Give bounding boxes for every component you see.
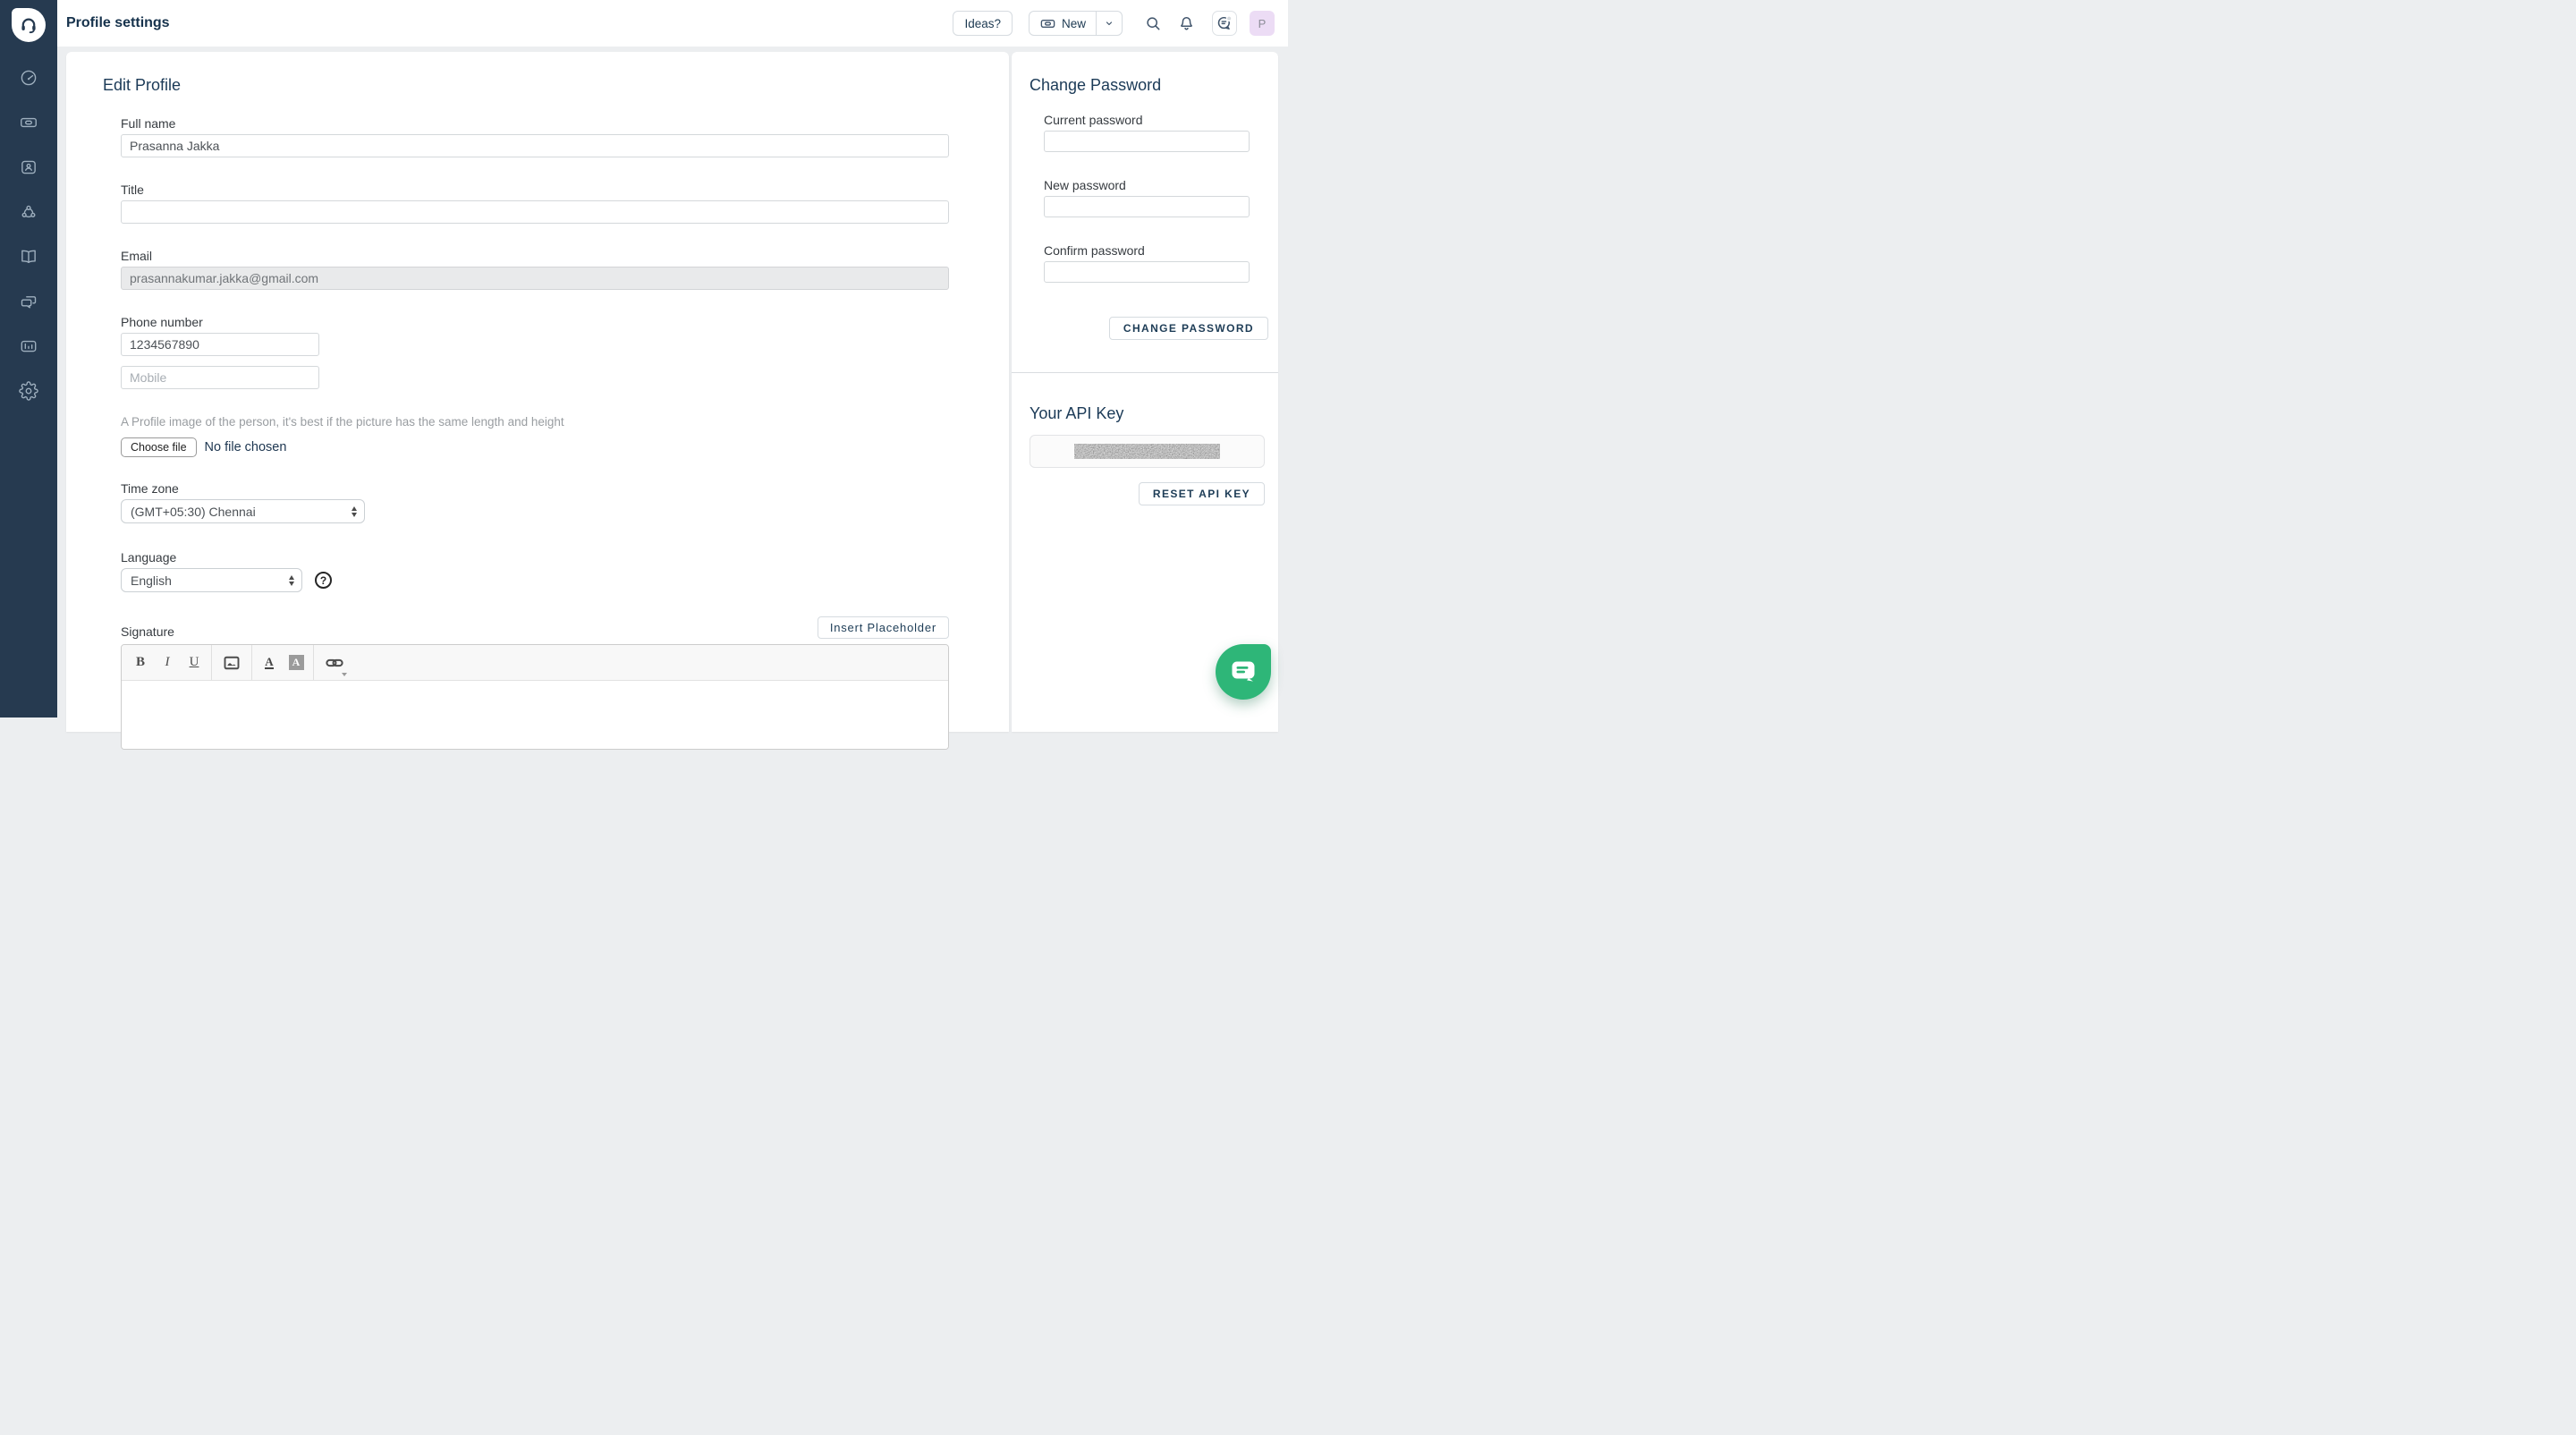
phone-input[interactable]	[121, 333, 319, 356]
sidebar-item-settings[interactable]	[6, 369, 51, 413]
file-chosen-status: No file chosen	[205, 440, 287, 454]
confirm-password-input[interactable]	[1044, 261, 1250, 283]
search-button[interactable]	[1144, 14, 1163, 33]
sidebar	[0, 0, 57, 718]
current-password-label: Current password	[1044, 113, 1250, 127]
support-chat-button[interactable]	[1212, 11, 1237, 36]
full-name-input[interactable]	[121, 134, 949, 157]
mobile-input[interactable]	[121, 366, 319, 389]
sidebar-nav	[6, 55, 51, 413]
book-icon	[19, 247, 38, 267]
insert-image-button[interactable]	[216, 645, 248, 680]
new-button-label: New	[1062, 17, 1086, 30]
new-password-input[interactable]	[1044, 196, 1250, 217]
bold-button[interactable]: B	[127, 645, 154, 680]
timezone-select[interactable]: (GMT+05:30) Chennai	[121, 499, 365, 523]
signature-editor-body[interactable]	[122, 681, 948, 750]
new-password-label: New password	[1044, 178, 1250, 192]
sidebar-item-customers[interactable]	[6, 190, 51, 234]
chat-widget-button[interactable]	[1216, 644, 1271, 700]
contact-card-icon	[19, 157, 38, 177]
title-input[interactable]	[121, 200, 949, 224]
header-actions: Ideas? New	[953, 11, 1288, 36]
change-password-heading: Change Password	[1012, 52, 1278, 95]
text-color-button[interactable]: A	[256, 645, 283, 680]
current-password-input[interactable]	[1044, 131, 1250, 152]
signature-editor: B I U A A	[121, 644, 949, 750]
email-label: Email	[121, 249, 949, 263]
link-caret-icon	[342, 673, 347, 676]
share-network-icon	[19, 202, 38, 222]
app-logo[interactable]	[12, 8, 46, 42]
sidebar-item-reports[interactable]	[6, 324, 51, 369]
italic-button[interactable]: I	[154, 645, 181, 680]
title-label: Title	[121, 183, 949, 197]
profile-image-file-row: Choose file No file chosen	[121, 437, 949, 457]
ticket-icon	[19, 113, 38, 132]
ideas-button[interactable]: Ideas?	[953, 11, 1013, 36]
profile-image-help-text: A Profile image of the person, it's best…	[121, 415, 949, 429]
change-password-button[interactable]: CHANGE PASSWORD	[1109, 317, 1268, 340]
signature-label: Signature	[121, 624, 174, 639]
edit-profile-heading: Edit Profile	[66, 52, 1009, 95]
sidebar-item-contacts[interactable]	[6, 145, 51, 190]
notifications-button[interactable]	[1177, 14, 1196, 33]
bg-color-glyph: A	[289, 655, 304, 670]
link-icon	[325, 653, 344, 673]
toolbar-separator	[251, 645, 252, 680]
timezone-label: Time zone	[121, 481, 949, 496]
insert-link-button[interactable]	[318, 645, 352, 680]
language-help-icon[interactable]: ?	[315, 572, 332, 589]
language-label: Language	[121, 550, 949, 565]
change-password-form: Current password New password Confirm pa…	[1044, 113, 1250, 340]
ticket-icon	[1039, 15, 1056, 32]
insert-placeholder-button[interactable]: Insert Placeholder	[818, 616, 949, 639]
toolbar-separator	[313, 645, 314, 680]
sidebar-item-chat[interactable]	[6, 279, 51, 324]
bar-chart-icon	[19, 336, 38, 356]
underline-button[interactable]: U	[181, 645, 208, 680]
bg-color-button[interactable]: A	[283, 645, 309, 680]
top-header: Profile settings Ideas? New	[57, 0, 1288, 47]
sidebar-item-knowledge-base[interactable]	[6, 234, 51, 279]
gauge-icon	[19, 68, 38, 88]
speech-bubble-icon	[1215, 13, 1234, 33]
api-key-value-box	[1030, 435, 1265, 468]
headset-logo-icon	[18, 14, 39, 36]
image-icon	[223, 654, 241, 672]
edit-profile-form: Full name Title Email Phone number A Pro…	[121, 116, 949, 750]
page-title: Profile settings	[66, 15, 170, 31]
edit-profile-card: Edit Profile Full name Title Email Phone…	[66, 52, 1009, 732]
obscured-api-key	[1074, 444, 1220, 459]
new-button[interactable]: New	[1030, 12, 1096, 35]
full-name-label: Full name	[121, 116, 949, 131]
signature-toolbar: B I U A A	[122, 645, 948, 681]
language-row: English ?	[121, 568, 949, 592]
phone-label: Phone number	[121, 315, 949, 329]
sidebar-item-tickets[interactable]	[6, 100, 51, 145]
sidebar-item-dashboard[interactable]	[6, 55, 51, 100]
api-key-heading: Your API Key	[1012, 373, 1278, 423]
toolbar-separator	[211, 645, 212, 680]
chat-bubbles-icon	[19, 292, 38, 311]
user-avatar[interactable]: P	[1250, 11, 1275, 36]
language-select[interactable]: English	[121, 568, 302, 592]
profile-settings-screen: Profile settings Ideas? New	[0, 0, 1288, 718]
search-icon	[1144, 14, 1163, 33]
timezone-select-wrap: (GMT+05:30) Chennai	[121, 499, 365, 523]
chat-widget-bubble-icon	[1231, 660, 1256, 684]
bell-icon	[1177, 14, 1196, 33]
text-color-glyph: A	[265, 656, 273, 669]
signature-row: Signature Insert Placeholder	[121, 616, 949, 639]
choose-file-button[interactable]: Choose file	[121, 437, 197, 457]
side-panel-card: Change Password Current password New pas…	[1012, 52, 1278, 732]
email-input	[121, 267, 949, 290]
confirm-password-label: Confirm password	[1044, 243, 1250, 258]
new-split-button: New	[1029, 11, 1123, 36]
gear-icon	[19, 381, 38, 401]
chevron-down-icon	[1104, 18, 1114, 29]
new-dropdown-toggle[interactable]	[1096, 12, 1122, 35]
reset-api-key-button[interactable]: RESET API KEY	[1139, 482, 1265, 505]
